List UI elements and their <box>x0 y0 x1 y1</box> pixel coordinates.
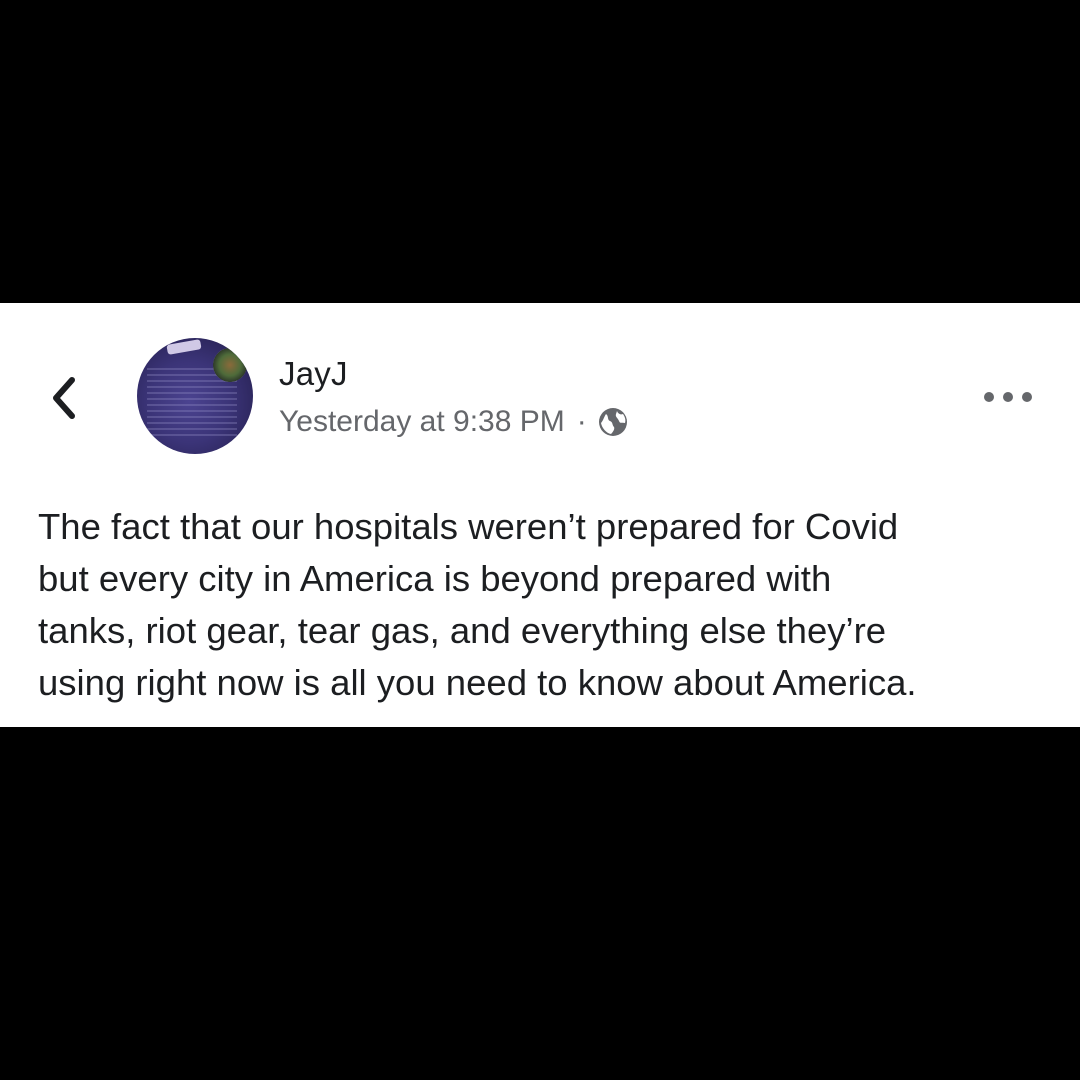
more-dot <box>984 392 994 402</box>
screenshot-canvas: JayJ Yesterday at 9:38 PM · The fact tha… <box>0 0 1080 1080</box>
post-text-line: but every city in America is beyond prep… <box>38 558 832 599</box>
globe-icon[interactable] <box>597 406 629 438</box>
author-avatar[interactable] <box>137 338 253 454</box>
more-dot <box>1003 392 1013 402</box>
more-dot <box>1022 392 1032 402</box>
post-text-line: tanks, riot gear, tear gas, and everythi… <box>38 610 887 651</box>
post-card: JayJ Yesterday at 9:38 PM · The fact tha… <box>0 303 1080 727</box>
post-text-line: The fact that our hospitals weren’t prep… <box>38 506 899 547</box>
meta-separator: · <box>576 405 587 438</box>
avatar-label-shape <box>166 339 202 355</box>
avatar-food-image <box>213 348 247 382</box>
author-name[interactable]: JayJ <box>279 355 348 393</box>
more-options-button[interactable] <box>984 385 1032 409</box>
post-meta: Yesterday at 9:38 PM · <box>279 405 629 439</box>
post-timestamp[interactable]: Yesterday at 9:38 PM <box>279 405 565 439</box>
post-body: The fact that our hospitals weren’t prep… <box>38 501 1058 709</box>
back-button[interactable] <box>44 374 88 422</box>
post-text-line: using right now is all you need to know … <box>38 662 917 703</box>
chevron-left-icon <box>53 377 75 419</box>
